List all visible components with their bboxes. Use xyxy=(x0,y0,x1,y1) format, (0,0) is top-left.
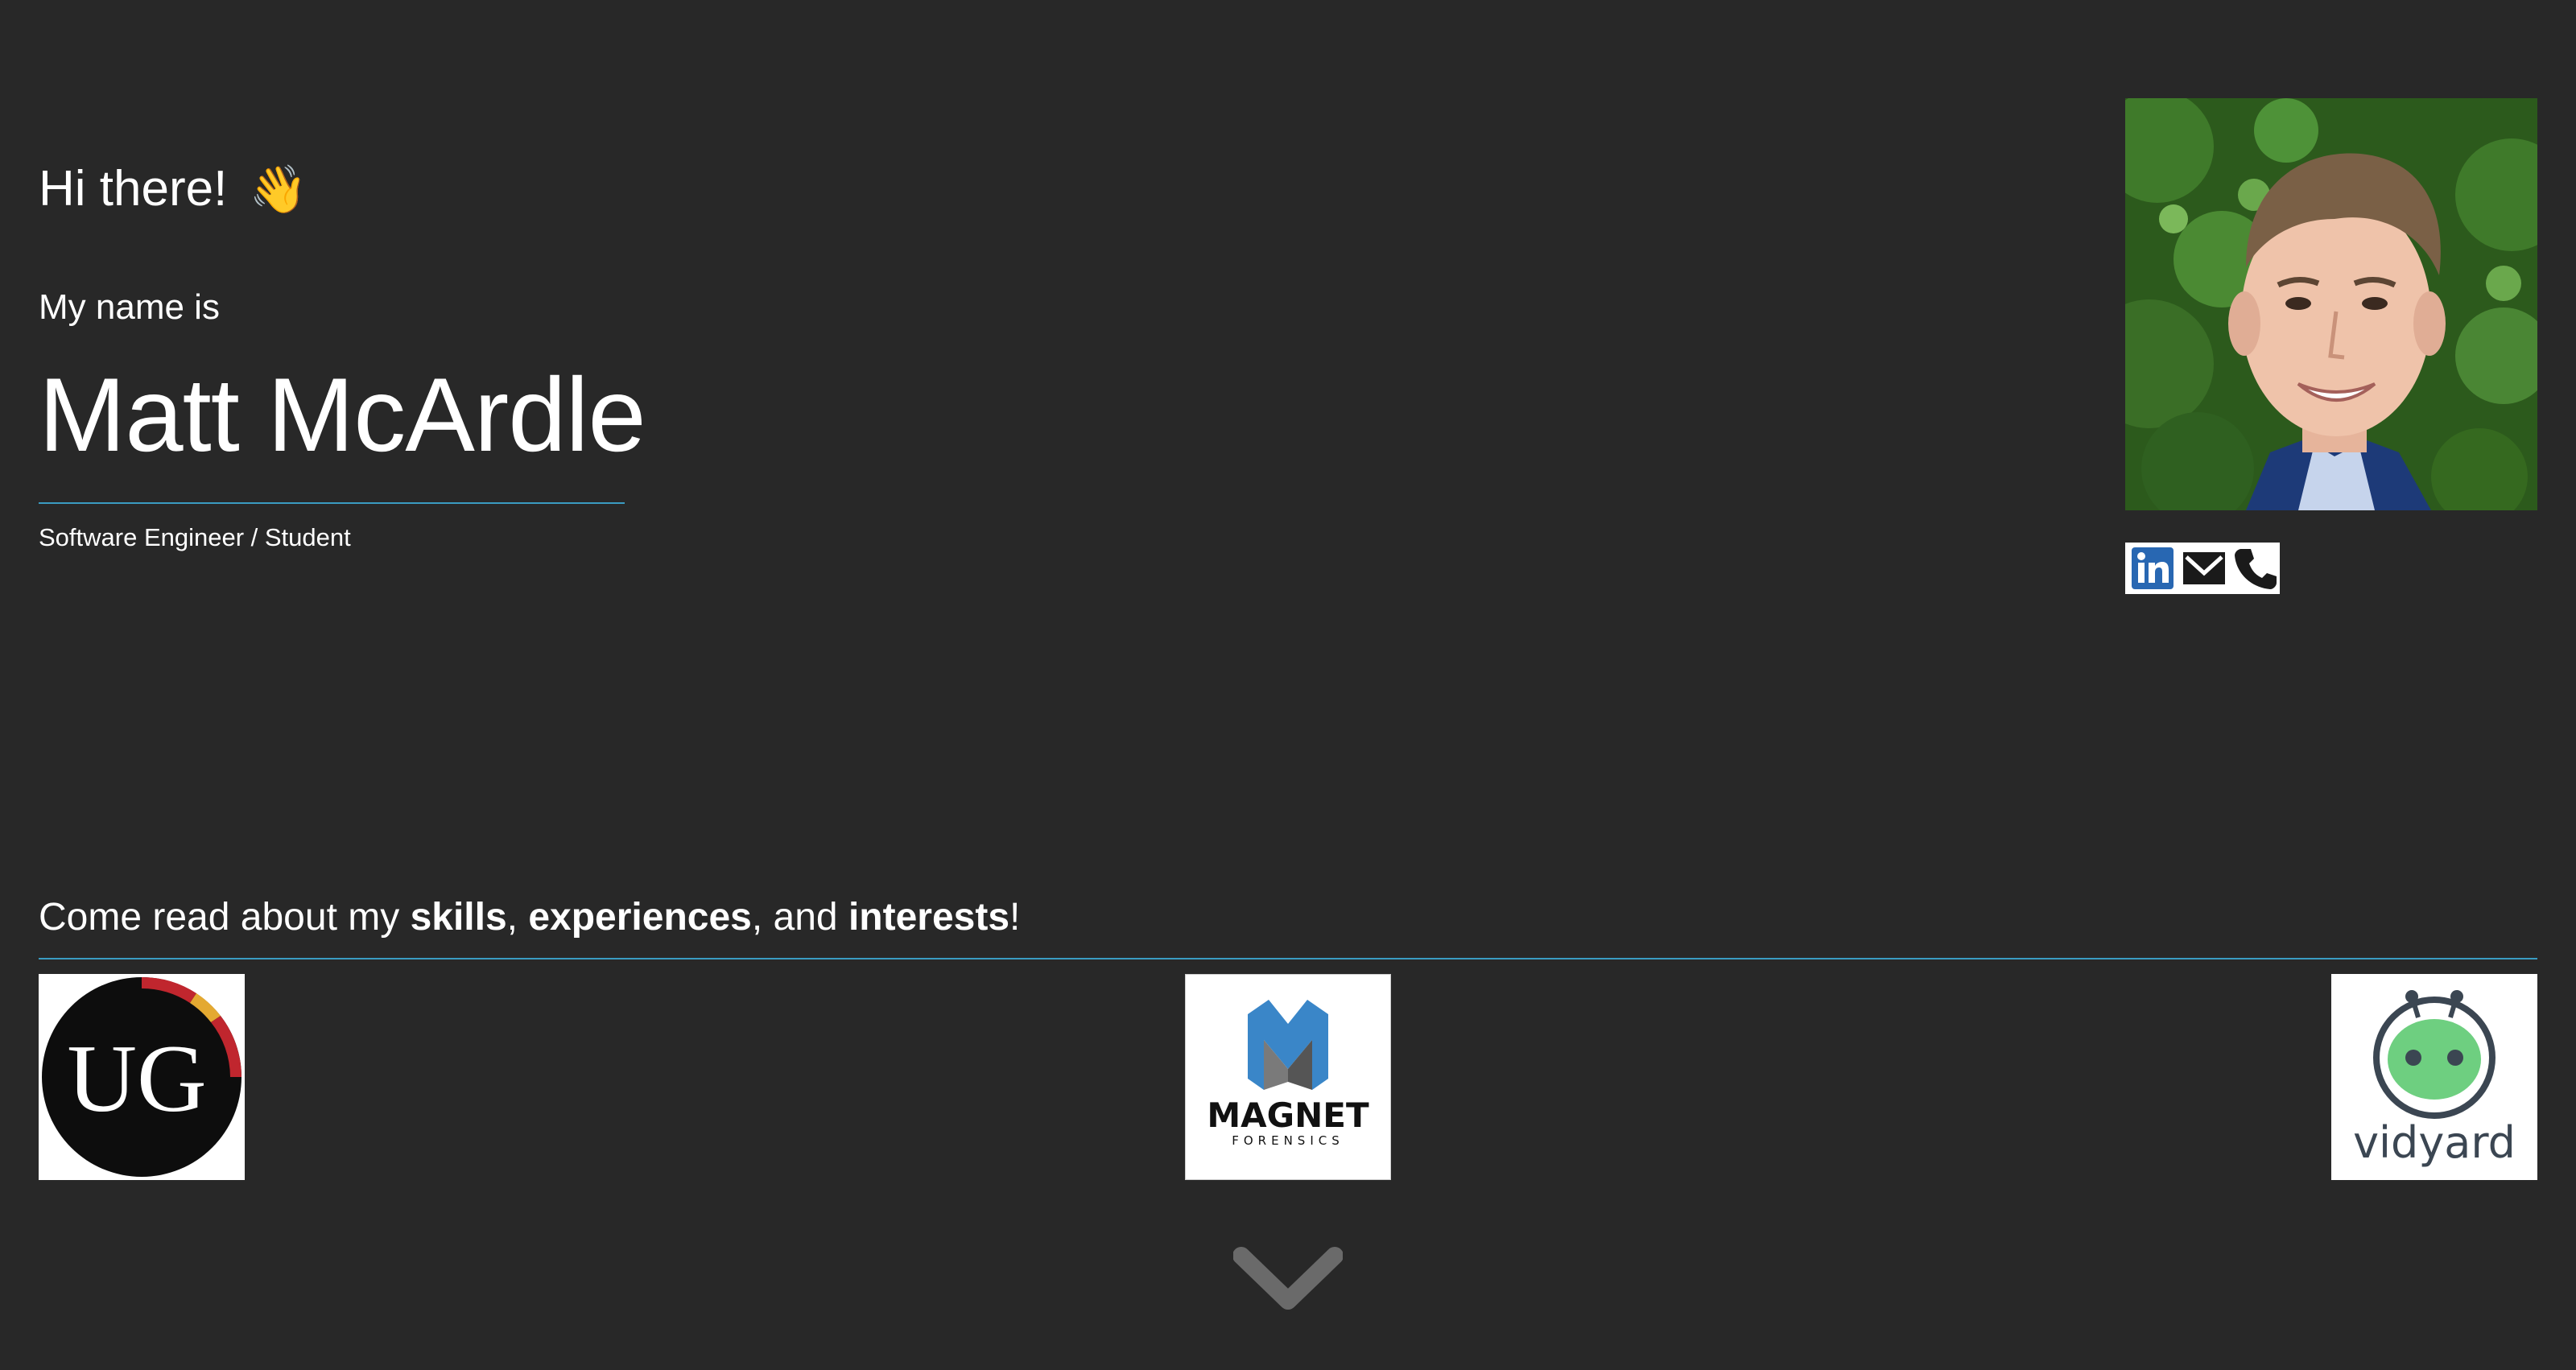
profile-photo xyxy=(2125,98,2537,510)
linkedin-icon[interactable] xyxy=(2130,546,2175,591)
wave-emoji-icon: 👋 xyxy=(249,162,308,217)
phone-icon[interactable] xyxy=(2233,546,2278,591)
cta-sep2: , and xyxy=(751,896,848,939)
contact-links xyxy=(2125,543,2280,594)
cta-skills: skills xyxy=(410,896,507,939)
cta-heading: Come read about my skills, experiences, … xyxy=(39,885,1020,950)
cta-prefix: Come read about my xyxy=(39,896,411,939)
magnet-forensics-logo[interactable]: MAGNET FORENSICS xyxy=(1185,974,1391,1180)
name-intro: My name is xyxy=(39,287,220,327)
vidyard-logo[interactable]: vidyard xyxy=(2331,974,2537,1180)
chevron-down-icon[interactable] xyxy=(1233,1244,1343,1317)
magnet-logo-subtitle: FORENSICS xyxy=(1232,1133,1344,1148)
greeting: Hi there! 👋 xyxy=(39,153,308,225)
role-subtitle: Software Engineer / Student xyxy=(39,523,351,551)
name-divider xyxy=(39,502,625,504)
cta-sep1: , xyxy=(506,896,529,939)
ug-logo-text: UG xyxy=(67,1025,206,1132)
cta-interests: interests xyxy=(848,896,1010,939)
greeting-text: Hi there! xyxy=(39,161,228,217)
university-of-guelph-logo[interactable]: UG xyxy=(39,974,245,1180)
magnet-logo-title: MAGNET xyxy=(1207,1096,1369,1135)
cta-divider xyxy=(39,958,2537,959)
cta-experiences: experiences xyxy=(528,896,752,939)
page: Hi there! 👋 My name is Matt McArdle Soft… xyxy=(0,0,2576,1370)
vidyard-logo-text: vidyard xyxy=(2353,1117,2516,1168)
email-icon[interactable] xyxy=(2182,546,2227,591)
page-title-name: Matt McArdle xyxy=(39,356,646,473)
cta-suffix: ! xyxy=(1009,896,1021,939)
